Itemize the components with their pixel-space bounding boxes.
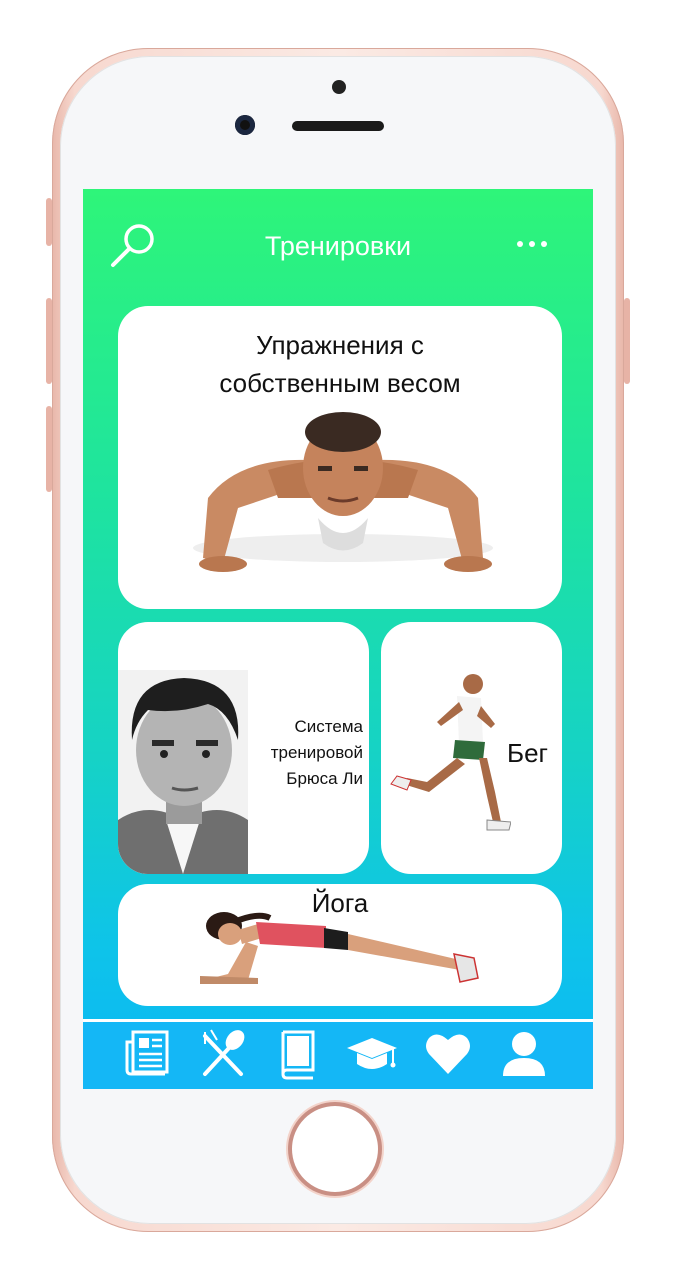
card-bodyweight[interactable]: Упражнения с собственным весом: [118, 306, 562, 609]
header-bar: Тренировки: [83, 189, 593, 299]
newspaper-icon[interactable]: [121, 1028, 175, 1080]
book-icon[interactable]: [271, 1028, 325, 1080]
card-running[interactable]: Бег: [381, 622, 562, 874]
card-title: Бег: [507, 738, 549, 768]
app-screen: Тренировки Упражнения с собственным весо…: [83, 189, 593, 1089]
home-button[interactable]: [292, 1106, 378, 1192]
card-bruce-lee[interactable]: Система тренировой Брюса Ли: [118, 622, 369, 874]
card-yoga[interactable]: Йога: [118, 884, 562, 1006]
runner-photo: [390, 674, 511, 831]
volume-down-button: [46, 406, 52, 492]
card-title-line-3: Брюса Ли: [286, 769, 363, 788]
pushup-man-photo: [193, 412, 493, 572]
volume-up-button: [46, 298, 52, 384]
card-title-line-2: тренировой: [270, 743, 363, 762]
bruce-lee-portrait: [118, 670, 248, 874]
card-title-line-1: Упражнения с: [256, 330, 424, 360]
card-title: Система тренировой Брюса Ли: [271, 714, 363, 792]
fork-spoon-icon[interactable]: [197, 1028, 251, 1080]
graduation-cap-icon[interactable]: [345, 1028, 399, 1080]
proximity-sensor: [332, 80, 346, 94]
card-title-line-1: Система: [294, 717, 363, 736]
more-dots-icon[interactable]: [515, 237, 549, 251]
bottom-tab-bar: [83, 1019, 593, 1089]
user-icon[interactable]: [497, 1028, 551, 1080]
heart-icon[interactable]: [421, 1028, 475, 1080]
card-title-line-2: собственным весом: [219, 368, 461, 398]
earpiece-speaker: [292, 121, 384, 131]
silent-switch: [46, 198, 52, 246]
card-title: Упражнения с собственным весом: [118, 326, 562, 402]
plank-woman-photo: [200, 912, 479, 984]
power-button: [624, 298, 630, 384]
front-camera: [235, 115, 255, 135]
